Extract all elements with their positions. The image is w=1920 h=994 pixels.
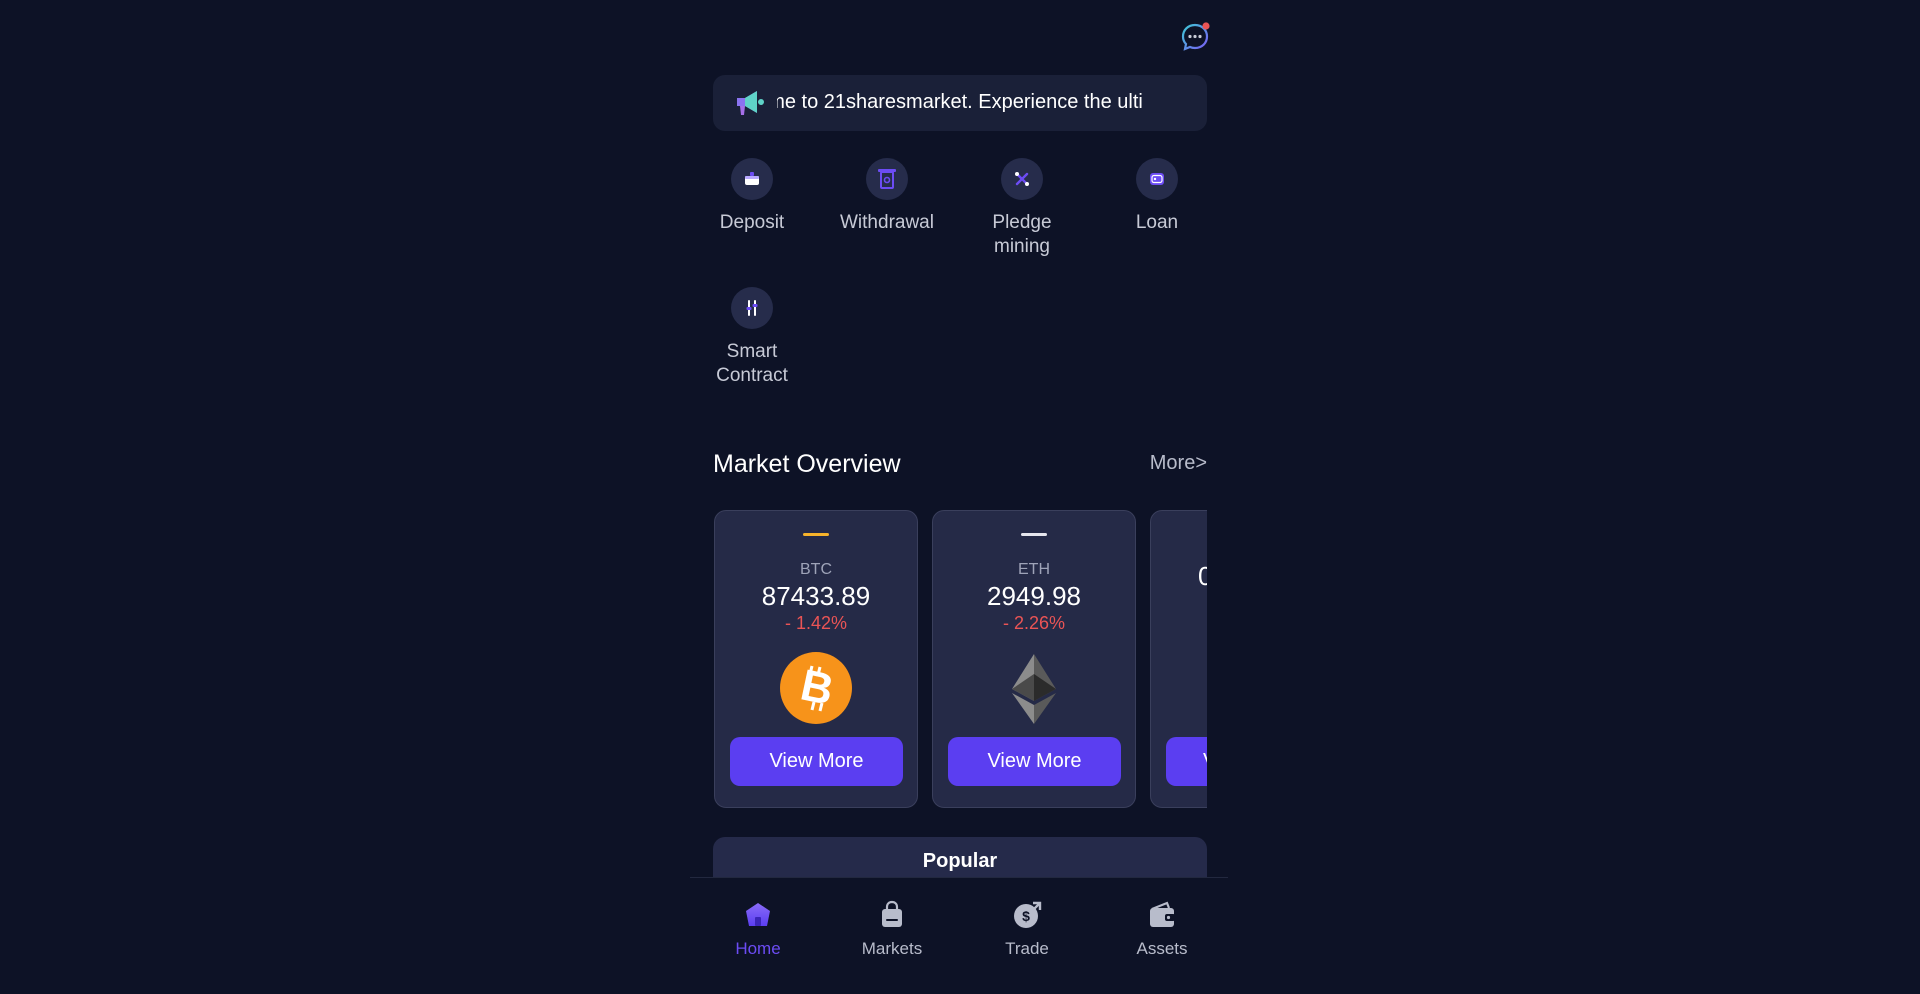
markets-bag-icon	[882, 900, 902, 927]
quick-action-label: Withdrawal	[840, 212, 934, 233]
tab-label: Assets	[1136, 939, 1188, 958]
market-card-eth[interactable]: ETH 2949.98 - 2.26% View More	[932, 510, 1136, 808]
card-accent-bar	[1021, 533, 1047, 536]
app-screen: Welcome to 21sharesmarket. Experience th…	[690, 0, 1228, 994]
quick-action-loan[interactable]: Loan	[1103, 158, 1211, 235]
market-cards-carousel[interactable]: BTC 87433.89 - 1.42% B View More ETH 294…	[713, 509, 1207, 809]
coin-price: 2949.98	[987, 581, 1081, 611]
tab-home[interactable]: Home	[708, 900, 808, 959]
card-accent-bar	[803, 533, 829, 536]
quick-action-label: Smart Contract	[716, 341, 788, 386]
coin-price: 87433.89	[761, 581, 871, 611]
bitcoin-logo-icon: B	[780, 652, 852, 724]
view-more-button[interactable]: View More	[730, 737, 903, 786]
tab-label: Markets	[861, 939, 923, 958]
coin-change: - 1.42%	[784, 613, 848, 633]
market-card-third[interactable]: 0 V	[1150, 510, 1207, 808]
chat-button[interactable]	[1178, 20, 1212, 54]
tab-assets[interactable]: Assets	[1112, 900, 1212, 959]
market-card-btc[interactable]: BTC 87433.89 - 1.42% B View More	[714, 510, 918, 808]
ethereum-logo-icon	[1012, 654, 1056, 724]
market-overview-title: Market Overview	[713, 450, 901, 478]
tab-trade[interactable]: $ Trade	[977, 900, 1077, 959]
coin-change: - 2.26%	[1002, 613, 1066, 633]
quick-action-label: Loan	[1135, 212, 1179, 233]
popular-title: Popular	[922, 850, 998, 872]
svg-text:$: $	[1022, 908, 1030, 924]
loan-icon	[1136, 158, 1178, 200]
quick-action-label: Deposit	[719, 212, 785, 233]
announcement-text-window: Welcome to 21sharesmarket. Experience th…	[777, 75, 1165, 131]
deposit-icon	[731, 158, 773, 200]
tab-markets[interactable]: Markets	[842, 900, 942, 959]
coin-symbol: BTC	[800, 561, 832, 578]
quick-action-pledge-mining[interactable]: Pledge mining	[968, 158, 1076, 259]
chat-bubble-icon	[1181, 22, 1210, 51]
announcement-text: Welcome to 21sharesmarket. Experience th…	[777, 91, 1143, 113]
bottom-tab-bar: Home Markets $ Trade Assets	[690, 877, 1228, 994]
view-more-button[interactable]: V	[1166, 737, 1207, 786]
smart-contract-icon	[731, 287, 773, 329]
quick-action-deposit[interactable]: Deposit	[698, 158, 806, 235]
quick-action-label: Pledge mining	[992, 212, 1052, 257]
trade-coin-icon: $	[1014, 901, 1042, 928]
coin-symbol: ETH	[1018, 561, 1050, 578]
pledge-mining-icon	[1001, 158, 1043, 200]
tab-label: Home	[735, 939, 781, 958]
withdrawal-icon	[866, 158, 908, 200]
megaphone-icon	[733, 87, 767, 119]
announcement-bar[interactable]: Welcome to 21sharesmarket. Experience th…	[713, 75, 1207, 131]
quick-action-withdrawal[interactable]: Withdrawal	[833, 158, 941, 235]
market-more-link[interactable]: More>	[1150, 452, 1207, 475]
tab-label: Trade	[1005, 939, 1049, 958]
view-more-button[interactable]: View More	[948, 737, 1121, 786]
quick-action-smart-contract[interactable]: Smart Contract	[698, 287, 806, 388]
notification-dot	[1202, 22, 1210, 30]
coin-price: 0	[1198, 561, 1207, 591]
wallet-icon	[1150, 901, 1175, 927]
home-icon	[746, 903, 770, 926]
